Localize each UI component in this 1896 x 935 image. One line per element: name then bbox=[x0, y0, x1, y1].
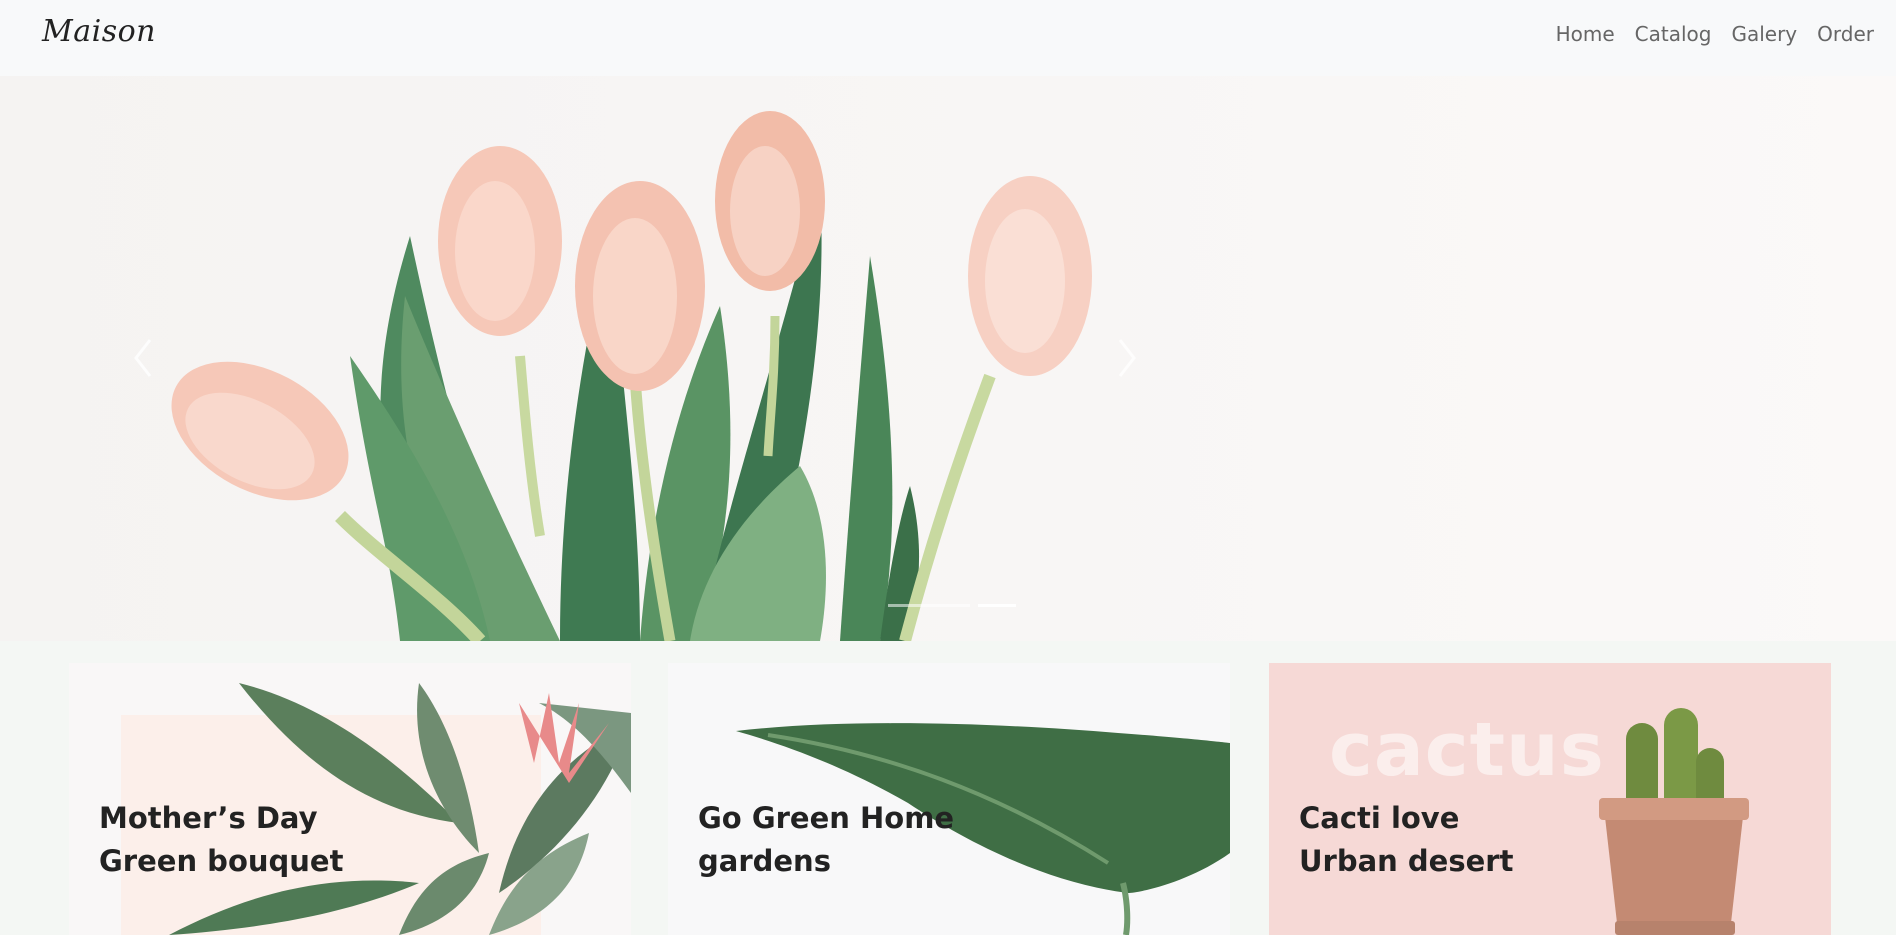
carousel-next-button[interactable] bbox=[1116, 336, 1138, 380]
hero-carousel bbox=[0, 76, 1896, 641]
chevron-right-icon bbox=[1118, 339, 1136, 377]
card-title: Go Green Home gardens bbox=[698, 801, 955, 878]
card-mothers-day[interactable]: Mother’s Day Green bouquet bbox=[69, 663, 631, 935]
card-title: Mother’s Day Green bouquet bbox=[99, 801, 344, 878]
tulips-image bbox=[171, 111, 1092, 641]
nav-galery[interactable]: Galery bbox=[1731, 22, 1797, 46]
carousel-prev-button[interactable] bbox=[132, 336, 154, 380]
nav-order[interactable]: Order bbox=[1817, 22, 1874, 46]
chevron-left-icon bbox=[134, 339, 152, 377]
carousel-indicator-2[interactable] bbox=[978, 604, 1016, 607]
card-go-green[interactable]: Go Green Home gardens bbox=[668, 663, 1230, 935]
main-nav: Home Catalog Galery Order bbox=[1556, 22, 1874, 46]
nav-catalog[interactable]: Catalog bbox=[1635, 22, 1712, 46]
logo[interactable]: Maison bbox=[42, 14, 156, 49]
nav-home[interactable]: Home bbox=[1556, 22, 1615, 46]
card-title: Cacti love Urban desert bbox=[1299, 801, 1514, 878]
card-cacti-love[interactable]: cactus Cacti love Urban desert bbox=[1269, 663, 1831, 935]
carousel-indicator-1[interactable] bbox=[888, 604, 970, 607]
carousel-indicators bbox=[888, 604, 1016, 607]
site-header: Maison Home Catalog Galery Order bbox=[0, 0, 1896, 76]
